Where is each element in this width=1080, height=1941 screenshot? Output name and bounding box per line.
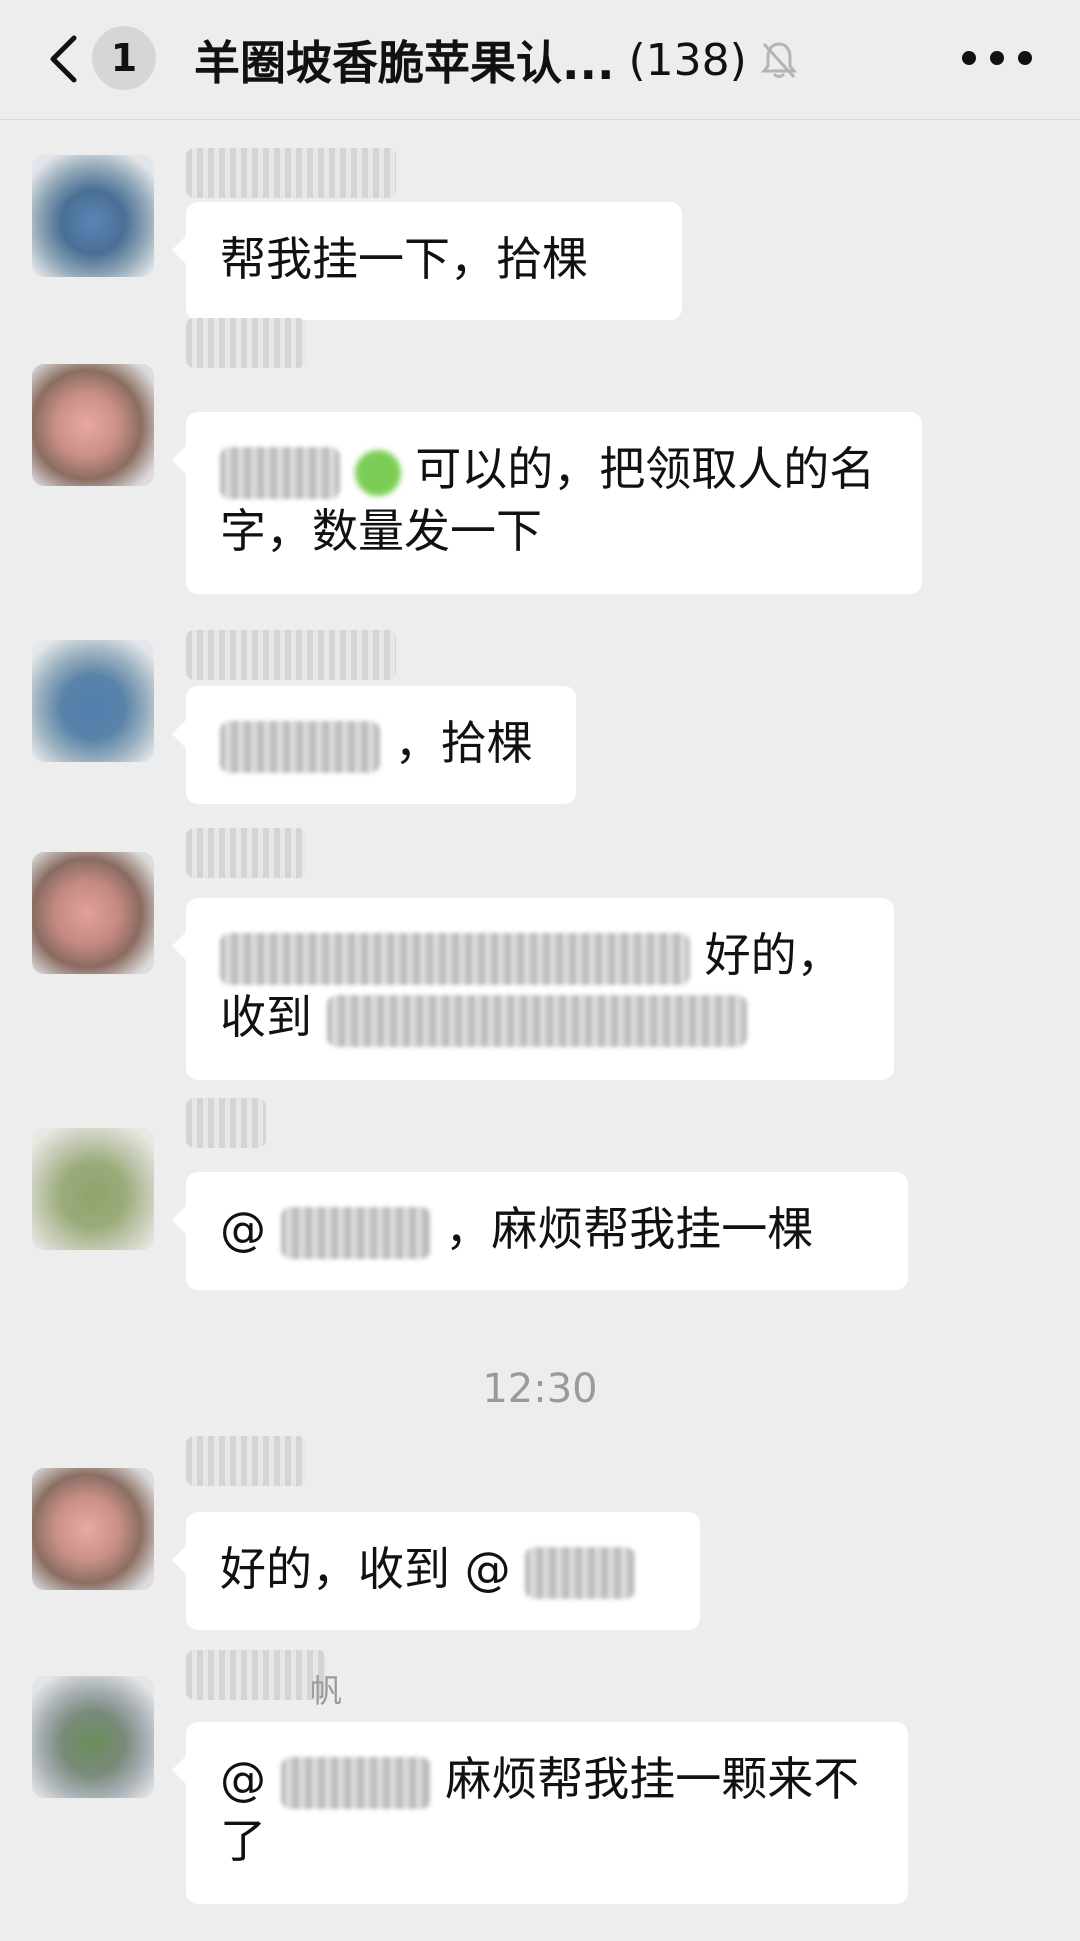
avatar[interactable] — [32, 155, 154, 277]
group-name: 羊圈坡香脆苹果认... — [194, 36, 615, 90]
message-bubble[interactable]: 帮我挂一下，拾棵 — [172, 202, 682, 320]
message-text: 帮我挂一下，拾棵 — [220, 232, 588, 286]
back-button[interactable] — [38, 28, 88, 90]
sender-name-blurred — [186, 1098, 266, 1148]
bell-off-icon — [760, 40, 797, 80]
member-count: (138) — [628, 34, 747, 86]
unread-badge[interactable]: 1 — [92, 26, 156, 90]
message-bubble[interactable]: 好的，收到 @ — [172, 1512, 700, 1630]
message-text: 好的， — [704, 928, 843, 982]
message-bubble[interactable]: ，拾棵 — [172, 686, 576, 804]
sender-name-suffix: 帆 — [310, 1672, 343, 1710]
chat-title[interactable]: 羊圈坡香脆苹果认... (138) — [194, 24, 797, 96]
avatar[interactable] — [32, 364, 154, 486]
sender-name-blurred — [186, 318, 306, 368]
at-sign: @ — [220, 1202, 266, 1256]
mention-blurred — [220, 446, 340, 499]
sender-name-blurred — [186, 1650, 326, 1700]
message-bubble[interactable]: @ 麻烦帮我挂一颗来不了 — [172, 1722, 908, 1904]
mention-blurred — [525, 1546, 636, 1599]
mention-blurred — [326, 994, 747, 1047]
message-bubble[interactable]: 可以的，把领取人的名字，数量发一下 — [172, 412, 922, 594]
mention-blurred — [280, 1206, 431, 1259]
avatar[interactable] — [32, 1468, 154, 1590]
message-text: 好的，收到 @ — [220, 1542, 511, 1596]
sender-name-blurred — [186, 1436, 306, 1486]
emoji-blurred — [354, 449, 401, 496]
chat-header: 1 羊圈坡香脆苹果认... (138) — [0, 0, 1080, 120]
message-text: 收到 — [220, 990, 312, 1044]
sender-name-blurred — [186, 630, 396, 680]
avatar[interactable] — [32, 640, 154, 762]
more-dots-icon — [962, 51, 976, 65]
message-text: ，拾棵 — [394, 716, 533, 770]
more-button[interactable] — [962, 34, 1032, 82]
quoted-text-blurred — [220, 932, 690, 985]
mention-blurred — [220, 720, 380, 773]
at-sign: @ — [220, 1752, 266, 1806]
time-separator: 12:30 — [482, 1366, 598, 1412]
message-text: ，麻烦帮我挂一棵 — [445, 1202, 814, 1256]
chevron-left-icon — [50, 35, 77, 83]
sender-name-blurred — [186, 148, 396, 198]
avatar[interactable] — [32, 1676, 154, 1798]
avatar[interactable] — [32, 852, 154, 974]
message-bubble[interactable]: 好的， 收到 — [172, 898, 894, 1080]
mention-blurred — [280, 1756, 431, 1809]
sender-name-blurred — [186, 828, 306, 878]
avatar[interactable] — [32, 1128, 154, 1250]
message-bubble[interactable]: @ ，麻烦帮我挂一棵 — [172, 1172, 908, 1290]
